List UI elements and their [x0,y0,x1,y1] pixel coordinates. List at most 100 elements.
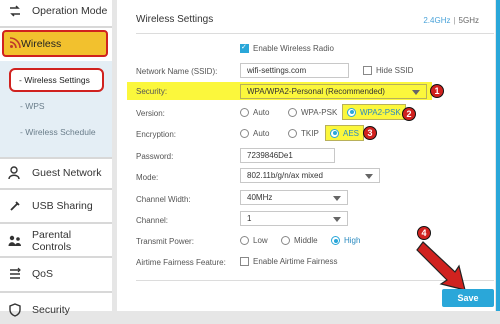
password-label: Password: [136,152,174,161]
sidebar-item-label: USB Sharing [32,199,93,212]
hide-ssid-checkbox[interactable] [363,66,372,75]
mode-select[interactable]: 802.11b/g/n/ax mixed [240,168,380,183]
sidebar-item-usb-sharing[interactable]: USB Sharing [0,191,112,220]
callout-2: 2 [402,107,416,121]
tx-power-low-option[interactable]: Low [240,236,268,245]
channel-value: 1 [247,214,252,223]
channel-select[interactable]: 1 [240,211,348,226]
transmit-power-label: Transmit Power: [136,237,194,246]
submenu-label: - Wireless Settings [19,75,90,85]
network-name-input[interactable]: wifi-settings.com [240,63,349,78]
version-wpa-psk-label: WPA-PSK [301,108,338,117]
sidebar-item-label: Parental Controls [32,228,72,253]
tx-power-middle-radio[interactable] [281,236,290,245]
divider [136,33,494,34]
band-separator: | [453,16,456,25]
chevron-down-icon [333,217,341,222]
enable-radio-label: Enable Wireless Radio [253,44,334,53]
sidebar-item-guest-network[interactable]: Guest Network [0,158,112,187]
encryption-auto-label: Auto [253,129,270,138]
encryption-label: Encryption: [136,130,177,139]
sidebar-item-label: Security [32,303,70,316]
mode-label: Mode: [136,173,159,182]
channel-width-value: 40MHz [247,193,273,202]
version-auto-label: Auto [253,108,270,117]
sidebar-item-label: Wireless [21,37,62,50]
callout-3: 3 [363,126,377,140]
save-button[interactable]: Save [442,289,494,307]
encryption-auto-radio[interactable] [240,129,249,138]
tx-power-middle-option[interactable]: Middle [281,236,318,245]
qos-icon [8,267,22,281]
hide-ssid-row: Hide SSID [363,66,413,75]
version-auto-radio[interactable] [240,108,249,117]
version-auto-option[interactable]: Auto [240,108,269,117]
tx-power-low-label: Low [253,236,268,245]
sidebar-item-label: QoS [32,267,54,280]
guest-user-icon [8,165,22,180]
encryption-aes-option[interactable]: AES [325,125,365,141]
divider [0,26,112,28]
encryption-auto-option[interactable]: Auto [240,129,269,138]
network-name-label: Network Name (SSID): [136,67,218,76]
sidebar-item-operation-mode[interactable]: Operation Mode [0,0,112,25]
airtime-fairness-label: Airtime Fairness Feature: [136,258,226,267]
tx-power-high-option[interactable]: High [331,236,360,245]
security-select[interactable]: WPA/WPA2-Personal (Recommended) [240,84,427,99]
encryption-tkip-radio[interactable] [288,129,297,138]
sidebar-item-qos[interactable]: QoS [0,259,112,288]
divider [0,291,112,293]
band-5ghz-tab[interactable]: 5GHz [459,16,479,25]
divider [0,256,112,258]
encryption-aes-label: AES [343,128,360,138]
parental-controls-icon [8,234,22,248]
callout-1: 1 [430,84,444,98]
enable-radio-checkbox[interactable] [240,43,249,53]
version-label: Version: [136,109,165,118]
version-wpa2-psk-option[interactable]: WPA2-PSK [342,104,406,120]
band-24ghz-tab[interactable]: 2.4GHz [423,16,450,25]
chevron-down-icon [333,196,341,201]
security-icon [8,302,22,317]
version-wpa-psk-option[interactable]: WPA-PSK [288,108,337,117]
security-label: Security: [136,87,168,96]
operation-mode-icon [8,4,22,18]
sidebar-item-label: Operation Mode [32,4,108,17]
chevron-down-icon [365,174,373,179]
tx-power-middle-label: Middle [294,236,318,245]
submenu-item-wps[interactable]: - WPS [20,101,132,111]
submenu-item-wireless-settings[interactable]: - Wireless Settings [9,68,104,92]
enable-radio-row: Enable Wireless Radio [240,43,334,53]
mode-value: 802.11b/g/n/ax mixed [247,171,323,180]
chevron-down-icon [412,90,420,95]
divider [0,222,112,224]
wifi-icon [9,36,21,51]
tx-power-high-label: High [344,236,361,245]
scrollbar[interactable] [496,0,500,311]
version-wpa-psk-radio[interactable] [288,108,297,117]
usb-icon [8,199,22,213]
encryption-tkip-option[interactable]: TKIP [288,129,319,138]
encryption-aes-radio[interactable] [330,128,339,138]
airtime-fairness-row: Enable Airtime Fairness [240,257,337,266]
divider [0,188,112,190]
channel-label: Channel: [136,216,169,225]
arrow-down-right-icon [416,241,466,291]
encryption-tkip-label: TKIP [301,129,319,138]
channel-width-label: Channel Width: [136,195,191,204]
tx-power-low-radio[interactable] [240,236,249,245]
hide-ssid-label: Hide SSID [376,66,414,75]
channel-width-select[interactable]: 40MHz [240,190,348,205]
airtime-fairness-checkbox[interactable] [240,257,249,266]
version-wpa2-psk-radio[interactable] [347,107,356,117]
sidebar-item-security[interactable]: Security [0,295,112,324]
sidebar: Operation Mode Wireless - WPS - Wireless… [0,0,112,317]
sidebar-item-parental-controls[interactable]: Parental Controls [0,226,112,255]
submenu-item-wireless-schedule[interactable]: - Wireless Schedule [20,127,132,137]
sidebar-item-label: Guest Network [32,166,102,179]
sidebar-item-wireless[interactable]: Wireless [2,30,108,57]
tx-power-high-radio[interactable] [331,236,340,245]
password-input[interactable]: 7239846De1 [240,148,335,163]
page-title: Wireless Settings [136,14,214,25]
band-switch: 2.4GHz | 5GHz [423,16,479,25]
